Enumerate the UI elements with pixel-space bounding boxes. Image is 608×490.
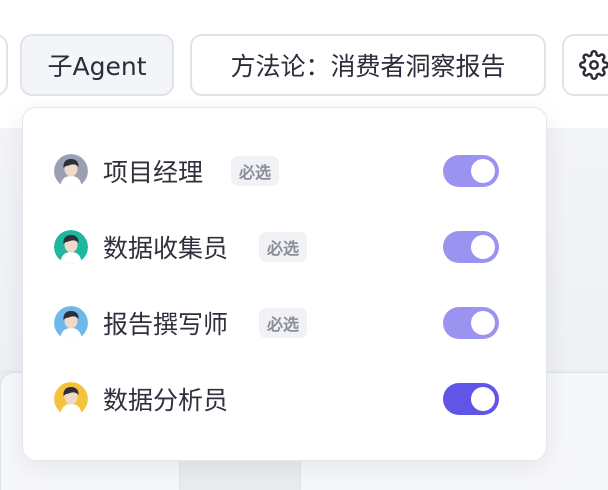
agent-row-data-analyst: 数据分析员 — [23, 369, 548, 429]
settings-button[interactable] — [562, 34, 608, 96]
agent-name: 项目经理 — [103, 158, 204, 187]
agent-toggle[interactable] — [443, 155, 499, 187]
toggle-knob — [471, 311, 495, 335]
agent-toggle[interactable] — [443, 383, 499, 415]
toggle-knob — [471, 159, 495, 183]
agent-toggle[interactable] — [443, 231, 499, 263]
agent-row-report-writer: 报告撰写师 必选 — [23, 293, 548, 353]
sub-agent-dropdown-button[interactable]: 子Agent — [20, 34, 174, 96]
gear-icon — [579, 50, 608, 80]
sub-agent-popover: 项目经理 必选 数据收集员 必选 报告撰写师 必选 数据分析员 — [22, 107, 547, 461]
required-badge: 必选 — [259, 232, 308, 262]
agent-toggle[interactable] — [443, 307, 499, 339]
agent-name: 数据分析员 — [103, 386, 229, 415]
agent-name: 数据收集员 — [103, 234, 229, 263]
required-badge: 必选 — [231, 156, 280, 186]
toggle-knob — [471, 235, 495, 259]
sub-agent-label: 子Agent — [47, 52, 147, 81]
required-badge: 必选 — [259, 308, 308, 338]
avatar — [54, 154, 88, 188]
methodology-label: 方法论：消费者洞察报告 — [230, 52, 506, 81]
avatar — [54, 306, 88, 340]
agent-name: 报告撰写师 — [103, 310, 229, 339]
methodology-button[interactable]: 方法论：消费者洞察报告 — [190, 34, 546, 96]
toggle-knob — [471, 387, 495, 411]
agent-row-project-manager: 项目经理 必选 — [23, 141, 548, 201]
avatar — [54, 230, 88, 264]
avatar — [54, 382, 88, 416]
previous-chip[interactable] — [0, 34, 8, 96]
agent-row-data-collector: 数据收集员 必选 — [23, 217, 548, 277]
